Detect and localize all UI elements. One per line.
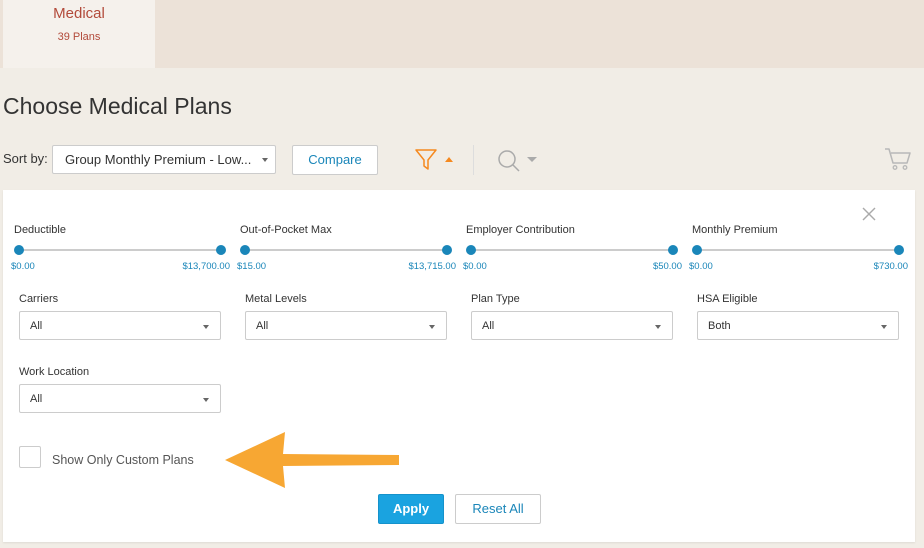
tab-title: Medical xyxy=(53,5,105,22)
slider-max-value: $50.00 xyxy=(652,261,682,272)
reset-all-button[interactable]: Reset All xyxy=(455,494,541,524)
slider-max-handle[interactable] xyxy=(668,245,678,255)
metal-levels-select-value: All xyxy=(256,320,269,332)
plan-type-label: Plan Type xyxy=(471,293,520,305)
caret-down-icon[interactable] xyxy=(527,157,537,162)
work-location-label: Work Location xyxy=(19,366,90,378)
search-icon[interactable] xyxy=(497,149,521,173)
slider-min-handle[interactable] xyxy=(692,245,702,255)
chevron-down-icon xyxy=(203,325,209,329)
work-location-select-value: All xyxy=(30,393,43,405)
plan-type-select[interactable]: All xyxy=(471,311,673,340)
chevron-down-icon xyxy=(655,325,661,329)
slider-track[interactable] xyxy=(245,249,447,251)
filter-panel: Deductible $0.00 $13,700.00 Out-of-Pocke… xyxy=(3,190,915,542)
toolbar-divider xyxy=(473,145,474,175)
sort-select-value: Group Monthly Premium - Low... xyxy=(65,152,252,167)
slider-min-value: $15.00 xyxy=(237,261,267,272)
chevron-down-icon xyxy=(881,325,887,329)
compare-button[interactable]: Compare xyxy=(292,145,378,175)
close-icon[interactable] xyxy=(861,206,877,222)
chevron-down-icon xyxy=(203,398,209,402)
chevron-down-icon xyxy=(429,325,435,329)
metal-levels-select[interactable]: All xyxy=(245,311,447,340)
caret-up-icon[interactable] xyxy=(445,157,453,162)
cart-icon[interactable] xyxy=(884,147,912,171)
slider-min-handle[interactable] xyxy=(14,245,24,255)
carriers-select[interactable]: All xyxy=(19,311,221,340)
page-title: Choose Medical Plans xyxy=(3,93,232,119)
sort-label: Sort by: xyxy=(3,151,48,166)
slider-max-handle[interactable] xyxy=(894,245,904,255)
slider-max-value: $730.00 xyxy=(873,261,908,272)
slider-min-value: $0.00 xyxy=(463,261,487,272)
slider-track[interactable] xyxy=(697,249,899,251)
work-location-select[interactable]: All xyxy=(19,384,221,413)
slider-max-value: $13,715.00 xyxy=(408,261,456,272)
tab-plan-count: 39 Plans xyxy=(57,31,101,43)
slider-min-handle[interactable] xyxy=(240,245,250,255)
filter-icon[interactable] xyxy=(414,148,438,172)
tab-medical[interactable]: Medical 39 Plans xyxy=(3,0,155,68)
slider-min-value: $0.00 xyxy=(11,261,35,272)
custom-plans-checkbox[interactable] xyxy=(19,446,41,468)
slider-min-handle[interactable] xyxy=(466,245,476,255)
slider-track[interactable] xyxy=(19,249,221,251)
slider-min-value: $0.00 xyxy=(689,261,713,272)
hsa-eligible-label: HSA Eligible xyxy=(697,293,758,305)
slider-label: Monthly Premium xyxy=(692,224,778,236)
chevron-down-icon xyxy=(262,158,268,162)
slider-track[interactable] xyxy=(471,249,673,251)
slider-max-value: $13,700.00 xyxy=(182,261,230,272)
slider-label: Deductible xyxy=(14,224,66,236)
sort-select[interactable]: Group Monthly Premium - Low... xyxy=(52,145,276,174)
apply-button[interactable]: Apply xyxy=(378,494,444,524)
slider-max-handle[interactable] xyxy=(216,245,226,255)
slider-max-handle[interactable] xyxy=(442,245,452,255)
arrow-left-icon xyxy=(225,432,399,488)
carriers-select-value: All xyxy=(30,320,43,332)
metal-levels-label: Metal Levels xyxy=(245,293,307,305)
slider-label: Employer Contribution xyxy=(466,224,575,236)
custom-plans-label[interactable]: Show Only Custom Plans xyxy=(52,453,194,467)
plan-type-select-value: All xyxy=(482,320,495,332)
slider-label: Out-of-Pocket Max xyxy=(240,224,332,236)
hsa-eligible-select-value: Both xyxy=(708,320,731,332)
carriers-label: Carriers xyxy=(19,293,59,305)
hsa-eligible-select[interactable]: Both xyxy=(697,311,899,340)
